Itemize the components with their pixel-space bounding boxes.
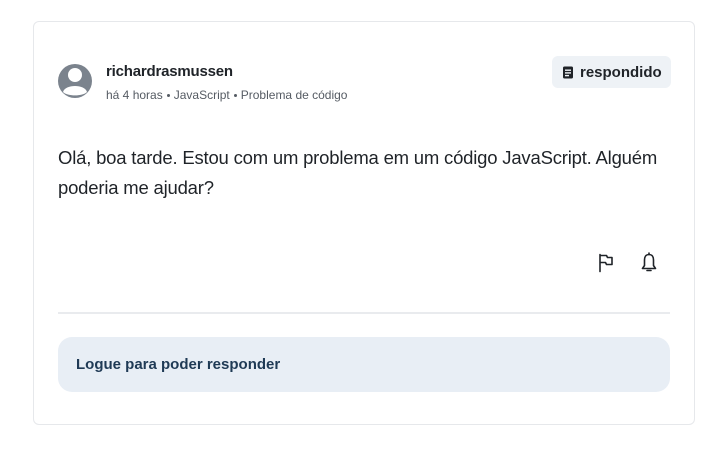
- login-to-reply-button[interactable]: Logue para poder responder: [58, 337, 670, 392]
- user-avatar-icon: [58, 64, 92, 98]
- document-icon: [563, 66, 573, 78]
- login-to-reply-label: Logue para poder responder: [76, 356, 281, 373]
- status-badge-label: respondido: [580, 63, 662, 81]
- post-card: richardrasmussen há 4 horas JavaScript P…: [33, 21, 695, 425]
- post-category[interactable]: JavaScript: [174, 88, 230, 102]
- bell-icon: [641, 252, 657, 272]
- flag-icon: [599, 253, 613, 273]
- post-subcategory[interactable]: Problema de código: [241, 88, 348, 102]
- post-body: Olá, boa tarde. Estou com um problema em…: [58, 147, 658, 198]
- status-badge: respondido: [552, 56, 671, 88]
- separator-dot: [166, 93, 170, 97]
- divider: [58, 312, 670, 314]
- post-meta: há 4 horas JavaScript Problema de código: [106, 88, 347, 102]
- author-name[interactable]: richardrasmussen: [106, 63, 233, 80]
- follow-button[interactable]: [638, 251, 660, 275]
- avatar[interactable]: [58, 58, 92, 104]
- report-button[interactable]: [595, 251, 617, 275]
- separator-dot: [233, 93, 237, 97]
- post-time: há 4 horas: [106, 88, 163, 102]
